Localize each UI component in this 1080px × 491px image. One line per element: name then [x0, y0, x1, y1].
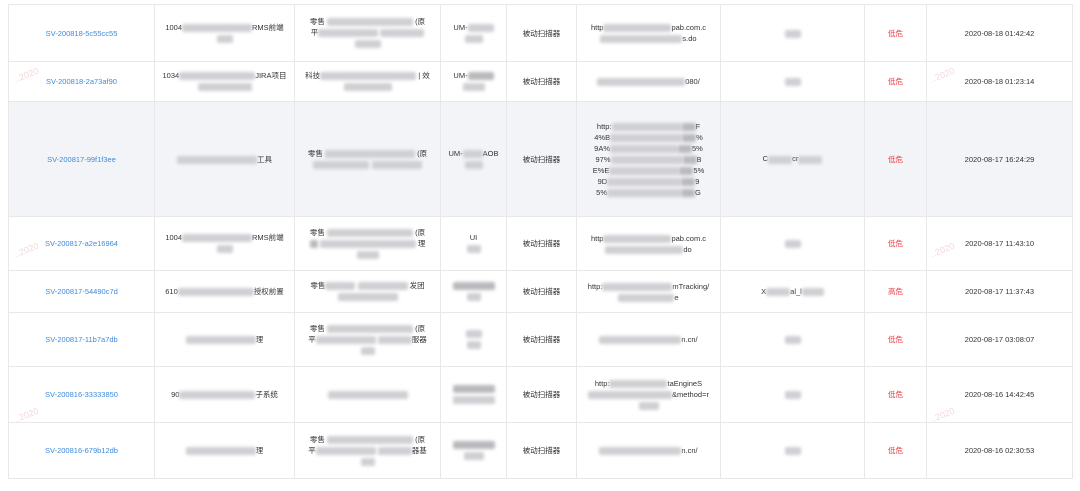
vuln-id-link[interactable]: SV-200817-54490c7d [45, 287, 118, 296]
vuln-id-link[interactable]: SV-200817-11b7a7db [45, 335, 117, 344]
owner-cell: UM- [440, 4, 507, 62]
risk-level-badge: 低危 [888, 28, 903, 38]
timestamp-cell: 2020-08-17 11:43:10 [926, 216, 1073, 271]
department-cell: 零售 (原 平 服器 [294, 312, 441, 367]
owner-cell: UI [440, 216, 507, 271]
assignee-cell [720, 312, 865, 367]
vuln-id-link[interactable]: SV-200816-679b12db [45, 446, 118, 455]
table-row[interactable]: SV-200817-54490c7d 610 授权前置 零售 发团 被动扫描器 h… [8, 270, 1073, 313]
system-name-cell: 工具 [154, 101, 295, 217]
vuln-id-link[interactable]: SV-200817-99f1f3ee [47, 155, 116, 164]
timestamp-cell: 2020-08-17 11:37:43 [926, 270, 1073, 313]
vuln-id-link[interactable]: SV-200816-33333850 [45, 390, 118, 399]
system-name-cell: 610 授权前置 [154, 270, 295, 313]
assignee-cell: Xal_l [720, 270, 865, 313]
owner-cell [440, 366, 507, 423]
department-cell: 零售 发团 [294, 270, 441, 313]
system-name-cell: 理 [154, 422, 295, 479]
url-cell: http pab.com.c s.do [576, 4, 721, 62]
scanner-cell: 被动扫描器 [506, 422, 577, 479]
timestamp-cell: 2020-08-17 16:24:29 [926, 101, 1073, 217]
assignee-cell [720, 422, 865, 479]
table-row[interactable]: SV-200816-679b12db 理 零售 (原 平 器基 被动扫描器 n.… [8, 422, 1073, 479]
system-name-cell: 1004 RMS前端 [154, 4, 295, 62]
department-cell: 零售 (原 平 器基 [294, 422, 441, 479]
url-cell: http: mTracking/ e [576, 270, 721, 313]
vulnerability-table: SV-200818-5c55cc55 1004 RMS前端 零售 (原 平 UM-… [8, 4, 1073, 479]
timestamp-cell: 2020-08-18 01:23:14 [926, 61, 1073, 102]
risk-level-badge: 低危 [888, 239, 903, 248]
risk-level-badge: 低危 [888, 154, 903, 164]
url-cell: n.cn/ [576, 312, 721, 367]
url-cell: n.cn/ [576, 422, 721, 479]
table-row[interactable]: SV-200818-2a73af90 1034 JIRA项目 科技 | 效 UM-… [8, 61, 1073, 102]
scanner-cell: 被动扫描器 [506, 270, 577, 313]
department-cell: 科技 | 效 [294, 61, 441, 102]
table-row[interactable]: SV-200818-5c55cc55 1004 RMS前端 零售 (原 平 UM-… [8, 4, 1073, 62]
table-row[interactable]: SV-200816-33333850 90 子系统 被动扫描器 http: taEn… [8, 366, 1073, 423]
scanner-cell: 被动扫描器 [506, 216, 577, 271]
url-cell: http: F 4%B% 9A% 5% 97% B E%E 5% 9D 9 5% G [576, 101, 721, 217]
scanner-cell: 被动扫描器 [506, 101, 577, 217]
url-cell: http: taEngineS &method=r [576, 366, 721, 423]
department-cell: 零售 (原 理 [294, 216, 441, 271]
timestamp-cell: 2020-08-18 01:42:42 [926, 4, 1073, 62]
assignee-cell [720, 4, 865, 62]
risk-level-badge: 低危 [888, 390, 903, 399]
url-cell: 080/ [576, 61, 721, 102]
timestamp-cell: 2020-08-16 14:42:45 [926, 366, 1073, 423]
assignee-cell [720, 216, 865, 271]
vuln-id-link[interactable]: SV-200818-5c55cc55 [46, 29, 118, 38]
vuln-id-link[interactable]: SV-200818-2a73af90 [46, 77, 117, 86]
scanner-cell: 被动扫描器 [506, 366, 577, 423]
timestamp-cell: 2020-08-16 02:30:53 [926, 422, 1073, 479]
department-cell [294, 366, 441, 423]
assignee-cell [720, 366, 865, 423]
table-row[interactable]: SV-200817-99f1f3ee 工具 零售 (原 UM- AOB 被动扫描器… [8, 101, 1073, 217]
system-name-cell: 90 子系统 [154, 366, 295, 423]
risk-level-badge: 低危 [888, 335, 903, 344]
department-cell: 零售 (原 平 [294, 4, 441, 62]
department-cell: 零售 (原 [294, 101, 441, 217]
risk-level-badge: 低危 [888, 446, 903, 455]
table-row[interactable]: SV-200817-a2e16964 1004 RMS前端 零售 (原 理 UI … [8, 216, 1073, 271]
risk-level-badge: 高危 [888, 287, 903, 296]
owner-cell [440, 312, 507, 367]
table-row[interactable]: SV-200817-11b7a7db 理 零售 (原 平 服器 被动扫描器 n.… [8, 312, 1073, 367]
url-cell: http pab.com.c do [576, 216, 721, 271]
scanner-cell: 被动扫描器 [506, 312, 577, 367]
vuln-id-link[interactable]: SV-200817-a2e16964 [45, 239, 118, 248]
risk-level-badge: 低危 [888, 77, 903, 86]
assignee-cell: Ccr [720, 101, 865, 217]
owner-cell [440, 270, 507, 313]
timestamp-cell: 2020-08-17 03:08:07 [926, 312, 1073, 367]
system-name-cell: 理 [154, 312, 295, 367]
owner-cell: UM- AOB [440, 101, 507, 217]
owner-cell [440, 422, 507, 479]
assignee-cell [720, 61, 865, 102]
owner-cell: UM- [440, 61, 507, 102]
scanner-cell: 被动扫描器 [506, 4, 577, 62]
system-name-cell: 1034 JIRA项目 [154, 61, 295, 102]
system-name-cell: 1004 RMS前端 [154, 216, 295, 271]
scanner-cell: 被动扫描器 [506, 61, 577, 102]
